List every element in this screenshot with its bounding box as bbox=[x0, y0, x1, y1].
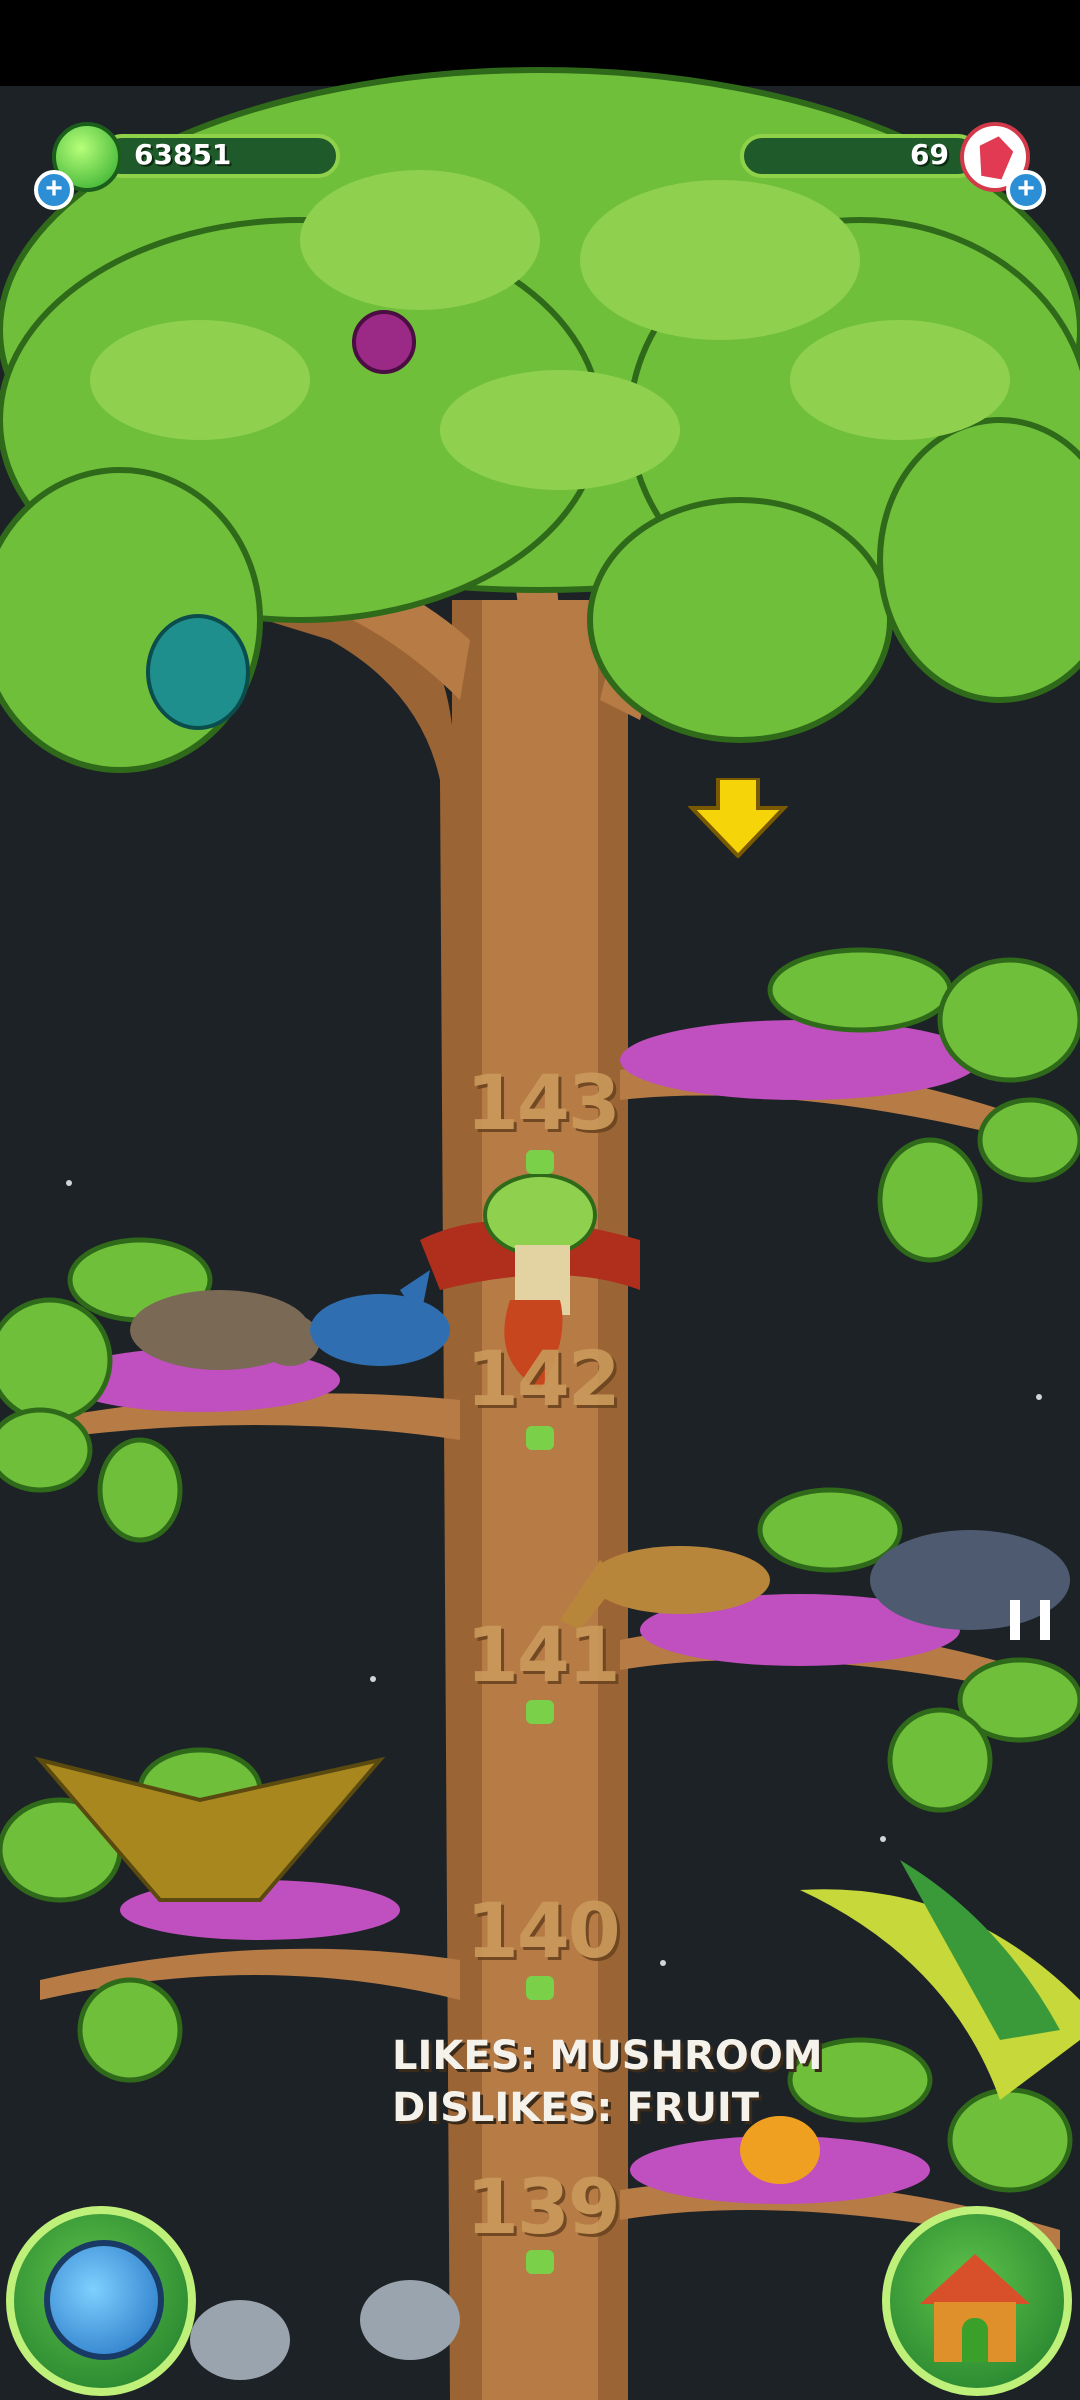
grey-goat-creatures bbox=[190, 2280, 460, 2380]
home-button[interactable] bbox=[882, 2206, 1072, 2396]
branch-number-141: 141 bbox=[466, 1610, 621, 1699]
marker-icon bbox=[526, 1976, 554, 2000]
branch-number-140: 140 bbox=[466, 1886, 621, 1975]
teal-cocoon bbox=[146, 614, 250, 730]
add-gem-button[interactable]: + bbox=[1006, 170, 1046, 210]
purple-fruit bbox=[352, 310, 416, 374]
gel-count: 63851 bbox=[134, 138, 232, 171]
blue-rhino-creature bbox=[310, 1270, 450, 1366]
bear-creature bbox=[130, 1290, 320, 1370]
creature-preferences: LIKES: MUSHROOM DISLIKES: FRUIT bbox=[392, 2030, 823, 2134]
branch-143 bbox=[620, 947, 1080, 1263]
gem-counter[interactable]: 69 + bbox=[730, 122, 1050, 210]
add-gel-button[interactable]: + bbox=[34, 170, 74, 210]
marker-icon bbox=[526, 2250, 554, 2274]
branch-142 bbox=[0, 1237, 460, 1543]
branch-number-142: 142 bbox=[466, 1334, 621, 1423]
map-button[interactable] bbox=[6, 2206, 196, 2396]
gel-counter[interactable]: 63851 + bbox=[30, 122, 350, 210]
marker-icon bbox=[526, 1700, 554, 1724]
globe-icon bbox=[44, 2240, 164, 2360]
marker-icon bbox=[526, 1426, 554, 1450]
down-arrow-icon[interactable] bbox=[688, 778, 788, 858]
house-icon bbox=[920, 2254, 1030, 2364]
marker-icon bbox=[526, 1150, 554, 1174]
branch-number-143: 143 bbox=[466, 1058, 621, 1147]
likes-text: LIKES: MUSHROOM bbox=[392, 2033, 823, 2079]
dislikes-text: DISLIKES: FRUIT bbox=[392, 2085, 760, 2131]
gem-count: 69 bbox=[910, 138, 949, 171]
branch-number-139: 139 bbox=[466, 2162, 621, 2251]
